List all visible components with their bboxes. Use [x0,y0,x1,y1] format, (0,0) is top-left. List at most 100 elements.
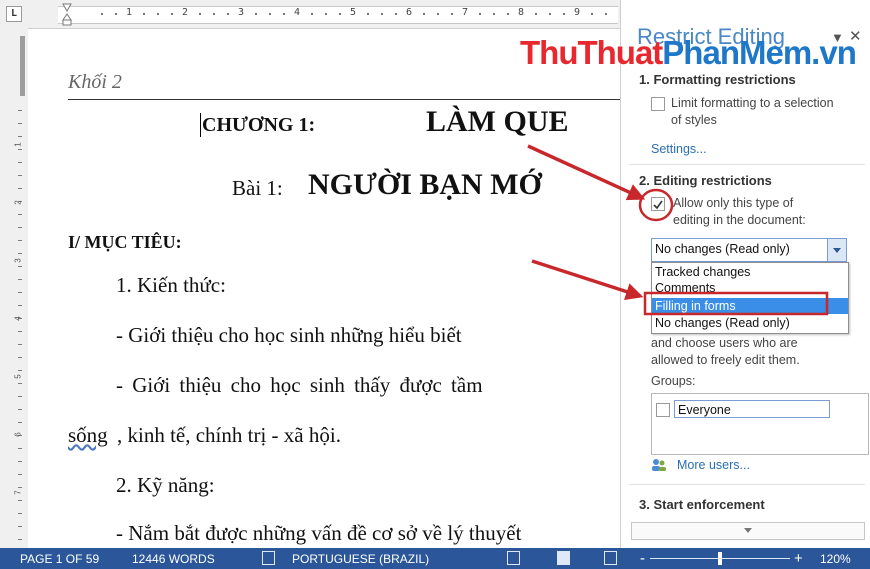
exceptions-text: allowed to freely edit them. [651,353,800,367]
scroll-down-button[interactable] [631,522,865,540]
ruler-tick [18,422,22,423]
more-users-link[interactable]: More users... [677,458,750,472]
zoom-in-button[interactable]: + [794,550,803,567]
ruler-tick [143,13,145,15]
watermark-part: PhanMem [662,34,812,71]
ruler-tick [18,266,22,267]
ruler-tick [507,13,509,15]
ruler-tick [18,292,22,293]
ruler-tick [18,136,22,137]
zoom-slider-thumb[interactable] [718,552,722,565]
ruler-tick [479,13,481,15]
ruler-tick [269,13,271,15]
ruler-tick [157,13,159,15]
lesson-label: Bài 1: [232,176,283,200]
ruler-tick [115,13,117,15]
watermark-part: .vn [811,34,857,71]
ruler-tick [423,13,425,15]
ruler-tick [605,13,607,15]
ruler-tick [283,13,285,15]
editing-type-dropdown[interactable]: No changes (Read only) [651,238,847,262]
ruler-tick [255,13,257,15]
print-layout-icon[interactable] [557,551,570,565]
lesson-title: NGƯỜI BẠN MỚ [308,168,542,201]
option-no-changes[interactable]: No changes (Read only) [652,315,848,331]
ruler-number: 4 [294,7,301,18]
option-comments[interactable]: Comments [652,280,848,296]
ruler-number: 3 [13,258,23,263]
ruler-tick [18,513,22,514]
ruler-tick [18,214,22,215]
divider [629,164,865,165]
tab-selector-button[interactable]: L [6,6,22,22]
limit-formatting-checkbox[interactable] [651,97,665,111]
allow-editing-label: Allow only this type of [673,196,794,210]
site-watermark-logo: ThuThuatPhanMem.vn [520,34,857,72]
section-heading: I/ MỤC TIÊU: [68,232,182,252]
ruler-number: 7 [462,7,469,18]
chevron-down-icon[interactable] [827,239,846,261]
ruler-tick [18,123,22,124]
ruler-tick [18,110,22,111]
ruler-tick [325,13,327,15]
ruler-tick [451,13,453,15]
allow-editing-label: editing in the document: [673,213,806,227]
ruler-number: 1 [13,142,23,147]
ruler-tick [18,175,22,176]
ruler-tick [18,474,22,475]
ruler-number: 6 [406,7,413,18]
ruler-tick [381,13,383,15]
header-rule [68,99,620,100]
ruler-tick [437,13,439,15]
ruler-tick [18,253,22,254]
indent-marker-icon[interactable] [62,2,72,26]
divider [629,484,865,485]
ruler-tick [18,448,22,449]
ruler-tick [18,357,22,358]
page-count[interactable]: PAGE 1 OF 59 [20,552,99,566]
vertical-ruler: L 1 2 3 4 5 6 7 [0,0,29,548]
ruler-margin-marker [20,36,25,96]
ruler-tick [591,13,593,15]
ruler-tick [18,409,22,410]
zoom-out-button[interactable]: - [640,550,645,567]
ruler-strip [58,6,618,24]
web-layout-icon[interactable] [604,551,617,565]
ruler-tick [101,13,103,15]
word-count[interactable]: 12446 WORDS [132,552,215,566]
ruler-number: 9 [574,7,581,18]
zoom-level[interactable]: 120% [820,552,851,566]
text-cursor [200,113,201,137]
users-icon [652,459,666,471]
groups-label: Groups: [651,374,696,388]
chapter-label: CHƯƠNG 1: [202,114,316,136]
ruler-tick [18,500,22,501]
ruler-tick [367,13,369,15]
proofing-icon[interactable] [262,551,275,565]
settings-link[interactable]: Settings... [651,142,707,156]
everyone-checkbox[interactable] [656,403,670,417]
document-page[interactable]: Khối 2 CHƯƠNG 1: LÀM QUE Bài 1: NGƯỜI BẠ… [28,29,620,548]
ruler-tick [18,240,22,241]
ruler-number: 7 [13,490,23,495]
watermark-part: ThuThuat [520,34,663,71]
paragraph-line: - Giới thiệu cho học sinh thấy được tầm [116,373,483,397]
ruler-tick [18,370,22,371]
allow-editing-checkbox[interactable] [651,197,665,211]
paragraph-line: - Giới thiệu cho học sinh những hiểu biế… [116,323,462,347]
ruler-tick [171,13,173,15]
item-heading: 1. Kiến thức: [116,273,226,297]
ruler-tick [18,539,22,540]
ruler-tick [493,13,495,15]
option-filling-in-forms[interactable]: Filling in forms [652,298,848,314]
ruler-tick [339,13,341,15]
editing-type-options: Tracked changes Comments Filling in form… [651,262,849,334]
ruler-number: 2 [13,200,23,205]
language-indicator[interactable]: PORTUGUESE (BRAZIL) [292,552,429,566]
group-everyone[interactable]: Everyone [674,400,830,418]
limit-formatting-label: Limit formatting to a selection [671,96,834,110]
read-mode-icon[interactable] [507,551,520,565]
option-tracked-changes[interactable]: Tracked changes [652,264,848,280]
restrict-editing-pane: Restrict Editing ▼ ✕ 1. Formatting restr… [620,0,870,548]
ruler-tick [18,162,22,163]
